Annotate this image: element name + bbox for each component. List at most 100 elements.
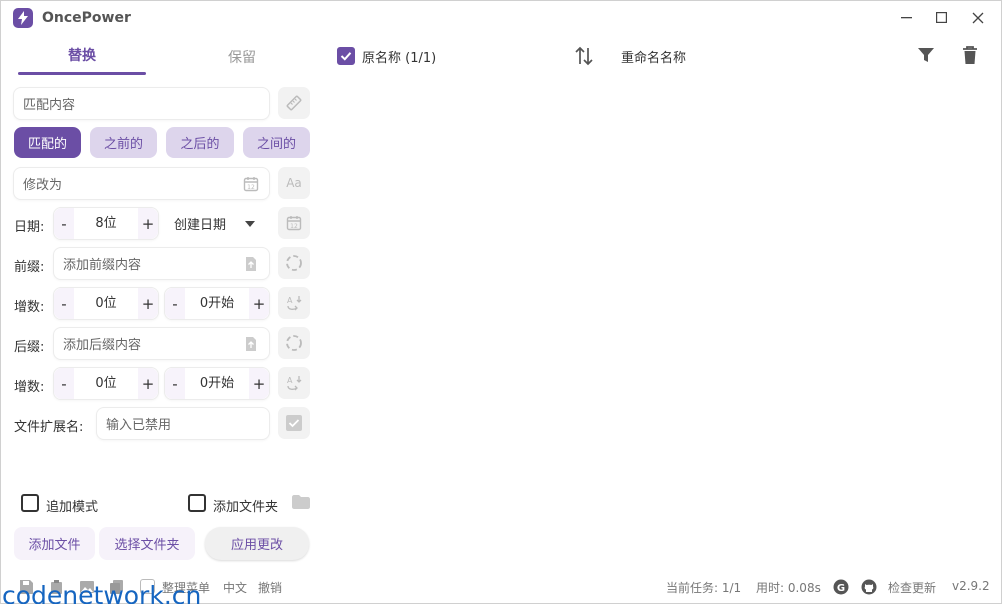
filter-icon[interactable] <box>917 46 935 64</box>
ext-input[interactable]: 输入已禁用 <box>96 407 270 440</box>
inc2-digits-plus-button[interactable]: + <box>138 368 158 399</box>
inc1-digits-value[interactable]: 0位 <box>74 288 138 319</box>
close-button[interactable] <box>967 7 989 29</box>
svg-text:G: G <box>837 583 845 594</box>
calendar-icon[interactable]: 12 <box>243 176 259 192</box>
case-icon[interactable]: Aa <box>278 167 310 199</box>
apply-changes-button[interactable]: 应用更改 <box>205 527 309 560</box>
svg-text:Aa: Aa <box>286 176 302 190</box>
match-input[interactable]: 匹配内容 <box>13 87 270 120</box>
file-add-icon[interactable] <box>243 336 259 352</box>
append-mode-checkbox[interactable] <box>21 494 39 512</box>
mode-matched-button[interactable]: 匹配的 <box>14 127 81 158</box>
inc2-start-value[interactable]: 0开始 <box>185 368 249 399</box>
file-add-icon[interactable] <box>243 256 259 272</box>
inc1-digits-stepper[interactable]: - 0位 + <box>53 287 159 320</box>
inc2-label: 增数: <box>14 380 45 395</box>
date-type-dropdown[interactable]: 创建日期 <box>164 207 269 240</box>
check-icon <box>340 52 352 61</box>
svg-text:12: 12 <box>290 223 298 230</box>
inc2-start-plus-button[interactable]: + <box>249 368 269 399</box>
sort-arrows-icon[interactable] <box>573 45 595 67</box>
mode-between-button[interactable]: 之间的 <box>243 127 310 158</box>
suffix-placeholder: 添加后缀内容 <box>63 338 142 353</box>
inc1-start-minus-button[interactable]: - <box>165 288 185 319</box>
suffix-refresh-button[interactable] <box>278 327 310 359</box>
chevron-down-icon <box>245 221 255 227</box>
sort-numeric-icon: A <box>287 376 302 391</box>
svg-text:A: A <box>287 376 293 385</box>
minimize-button[interactable] <box>896 7 918 29</box>
date-type-value: 创建日期 <box>174 218 227 233</box>
tab-keep[interactable]: 保留 <box>178 45 306 75</box>
app-logo-icon <box>13 8 33 28</box>
prefix-label: 前缀: <box>14 260 45 275</box>
date-digits-stepper[interactable]: - 8位 + <box>53 207 159 240</box>
suffix-label: 后缀: <box>14 340 45 355</box>
inc1-start-stepper[interactable]: - 0开始 + <box>164 287 270 320</box>
inc2-digits-minus-button[interactable]: - <box>54 368 74 399</box>
date-digits-value[interactable]: 8位 <box>74 208 138 239</box>
refresh-dashed-icon <box>286 335 302 351</box>
svg-text:A: A <box>287 296 293 305</box>
ext-placeholder: 输入已禁用 <box>106 418 172 433</box>
inc2-sort-button[interactable]: A <box>278 367 310 399</box>
ext-checkbox-button[interactable] <box>278 407 310 439</box>
ruler-icon[interactable] <box>278 87 310 119</box>
inc1-digits-plus-button[interactable]: + <box>138 288 158 319</box>
google-icon[interactable]: G <box>833 579 849 595</box>
prefix-refresh-button[interactable] <box>278 247 310 279</box>
check-update-link[interactable]: 检查更新 <box>888 579 936 596</box>
inc2-start-minus-button[interactable]: - <box>165 368 185 399</box>
add-file-button[interactable]: 添加文件 <box>14 527 95 560</box>
select-folder-button[interactable]: 选择文件夹 <box>99 527 195 560</box>
prefix-input[interactable]: 添加前缀内容 <box>53 247 270 280</box>
inc2-digits-value[interactable]: 0位 <box>74 368 138 399</box>
inc1-sort-button[interactable]: A <box>278 287 310 319</box>
folder-icon[interactable] <box>291 494 311 510</box>
app-title: OncePower <box>42 10 131 26</box>
date-minus-button[interactable]: - <box>54 208 74 239</box>
inc2-start-stepper[interactable]: - 0开始 + <box>164 367 270 400</box>
version-label: v2.9.2 <box>952 579 990 593</box>
watermark-text: codenetwork.cn <box>2 581 202 604</box>
append-mode-label[interactable]: 追加模式 <box>46 496 98 515</box>
inc1-label: 增数: <box>14 300 45 315</box>
modify-placeholder: 修改为 <box>23 178 63 193</box>
sort-numeric-icon: A <box>287 296 302 311</box>
add-folder-checkbox[interactable] <box>188 494 206 512</box>
ext-label: 文件扩展名: <box>14 420 84 435</box>
app-window: OncePower 替换 保留 匹配内容 匹配的 之前的 之后的 之间的 修改为… <box>0 0 1002 604</box>
trash-icon[interactable] <box>961 45 979 65</box>
maximize-button[interactable] <box>931 7 953 29</box>
mode-after-button[interactable]: 之后的 <box>166 127 234 158</box>
select-all-checkbox[interactable] <box>337 47 355 65</box>
elapsed-time: 用时: 0.08s <box>756 581 821 595</box>
current-task: 当前任务: 1/1 <box>666 581 742 595</box>
mode-before-button[interactable]: 之前的 <box>90 127 157 158</box>
inc1-start-plus-button[interactable]: + <box>249 288 269 319</box>
date-plus-button[interactable]: + <box>138 208 158 239</box>
suffix-input[interactable]: 添加后缀内容 <box>53 327 270 360</box>
tab-replace[interactable]: 替换 <box>18 43 146 73</box>
prefix-placeholder: 添加前缀内容 <box>63 258 142 273</box>
date-label: 日期: <box>14 220 45 235</box>
match-placeholder: 匹配内容 <box>23 98 76 113</box>
modify-input[interactable]: 修改为 12 <box>13 167 270 200</box>
refresh-dashed-icon <box>286 255 302 271</box>
date-calendar-button[interactable]: 12 <box>278 207 310 239</box>
checkbox-icon <box>286 415 302 431</box>
title-bar: OncePower <box>1 1 1001 35</box>
calendar-icon: 12 <box>286 216 302 231</box>
language-label[interactable]: 中文 <box>223 579 247 596</box>
original-name-header: 原名称 (1/1) <box>362 50 437 66</box>
github-icon[interactable] <box>861 579 877 595</box>
tab-indicator <box>18 72 146 75</box>
inc2-digits-stepper[interactable]: - 0位 + <box>53 367 159 400</box>
undo-label[interactable]: 撤销 <box>258 579 282 596</box>
inc1-start-value[interactable]: 0开始 <box>185 288 249 319</box>
add-folder-label[interactable]: 添加文件夹 <box>213 496 278 515</box>
rename-name-header: 重命名名称 <box>621 50 687 66</box>
svg-text:12: 12 <box>247 184 255 191</box>
inc1-digits-minus-button[interactable]: - <box>54 288 74 319</box>
